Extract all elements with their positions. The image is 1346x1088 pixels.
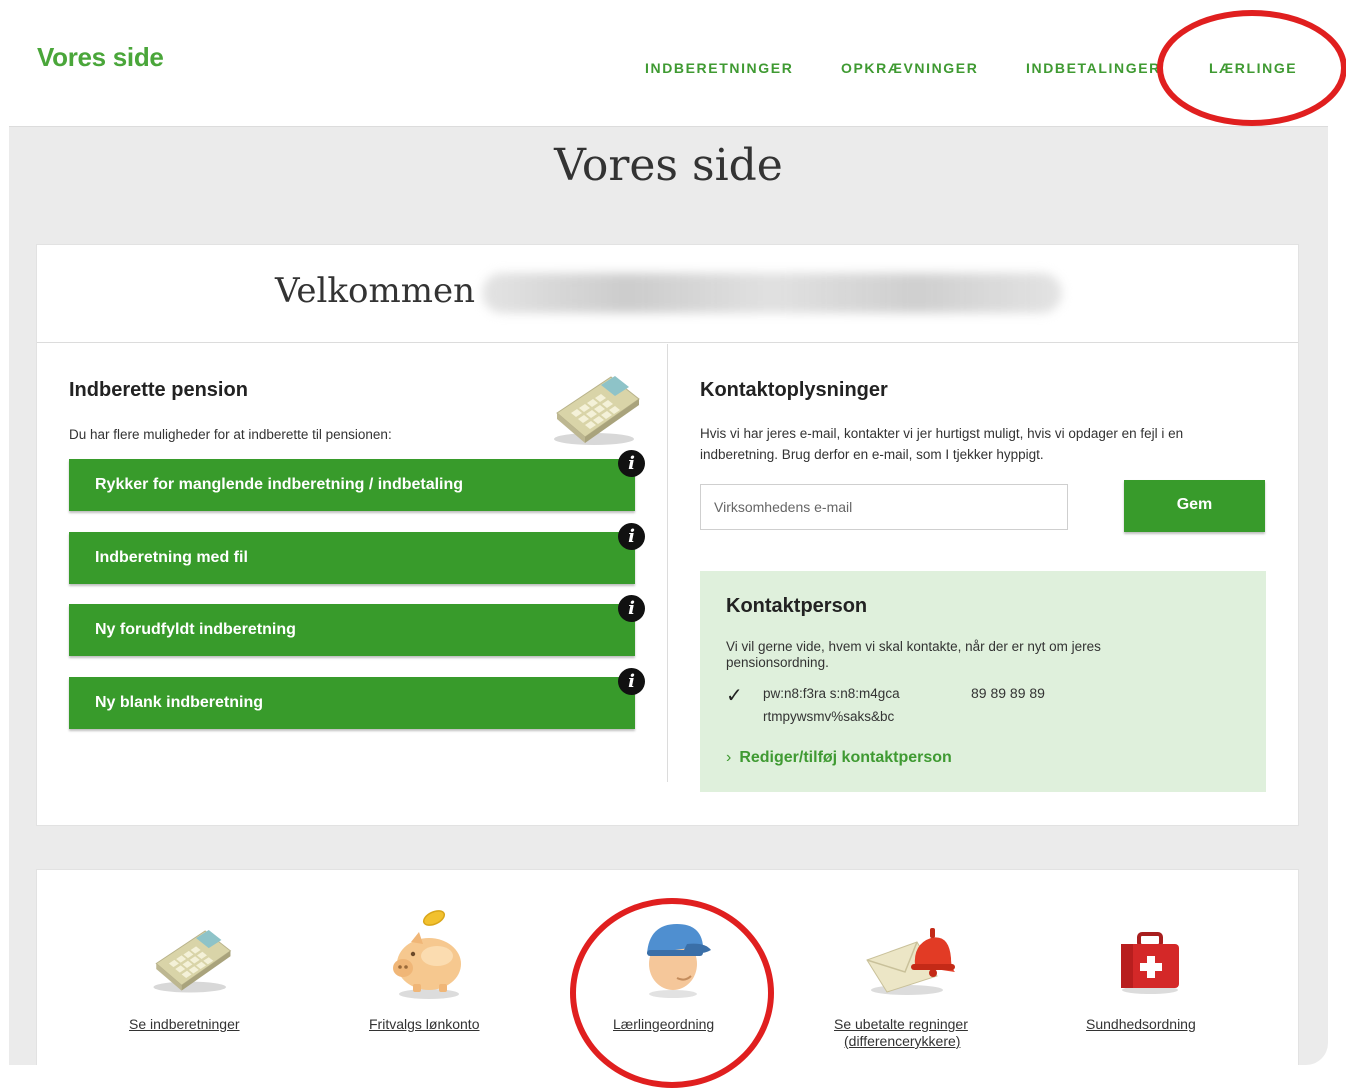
card-laerlingeordning[interactable]: Lærlingeordning: [613, 1016, 714, 1033]
card-fritvalgs-loenkonto[interactable]: Fritvalgs lønkonto: [369, 1016, 479, 1033]
contact-person-title: Kontaktperson: [726, 595, 868, 617]
page-title: Vores side: [554, 140, 783, 191]
calculator-icon: [153, 930, 232, 993]
info-icon[interactable]: i: [618, 595, 645, 622]
shortcut-cards: Se indberetninger Fritvalgs lønkonto Lær…: [36, 869, 1299, 1065]
apprentice-cap-icon: [647, 924, 711, 998]
nav-opkraevninger[interactable]: OPKRÆVNINGER: [841, 60, 978, 76]
envelope-bell-icon: [866, 928, 955, 995]
contact-info-title: Kontaktoplysninger: [700, 379, 888, 401]
card-sundhedsordning[interactable]: Sundhedsordning: [1086, 1016, 1196, 1033]
calculator-icon: [554, 376, 640, 445]
piggy-bank-icon: [393, 910, 461, 999]
contact-person-text-1: Vi vil gerne vide, hvem vi skal kontakte…: [726, 639, 1101, 654]
checkmark-icon: ✓: [726, 685, 743, 707]
card-se-ubetalte-regninger-2[interactable]: (differencerykkere): [844, 1033, 960, 1050]
reminder-button[interactable]: Rykker for manglende indberetning / indb…: [69, 459, 635, 511]
column-divider: [667, 344, 668, 782]
first-aid-kit-icon: [1121, 932, 1179, 994]
edit-contact-label: Rediger/tilføj kontaktperson: [739, 749, 952, 766]
blank-report-button[interactable]: Ny blank indberetning: [69, 677, 635, 729]
chevron-right-icon: ›: [726, 749, 732, 766]
edit-contact-link[interactable]: › Rediger/tilføj kontaktperson: [726, 749, 952, 767]
contact-person-phone: 89 89 89 89: [971, 685, 1045, 701]
contact-person-box: Kontaktperson Vi vil gerne vide, hvem vi…: [700, 571, 1266, 792]
file-report-button[interactable]: Indberetning med fil: [69, 532, 635, 584]
nav-indberetninger[interactable]: INDBERETNINGER: [645, 60, 793, 76]
info-icon[interactable]: i: [618, 450, 645, 477]
contact-info-text-1: Hvis vi har jeres e-mail, kontakter vi j…: [700, 426, 1184, 441]
main-panel: Velkommen Indberette pension Du har fler…: [36, 244, 1299, 826]
pension-intro: Du har flere muligheder for at indberett…: [69, 427, 392, 442]
contact-person-email: rtmpywsmv%saks&bc: [763, 709, 895, 724]
pension-title: Indberette pension: [69, 379, 248, 401]
info-icon[interactable]: i: [618, 668, 645, 695]
contact-info-text-2: indberetning. Brug derfor en e-mail, som…: [700, 447, 1044, 462]
contact-person-name: pw:n8:f3ra s:n8:m4gca: [763, 686, 900, 701]
top-bar: Vores side INDBERETNINGER OPKRÆVNINGER I…: [0, 0, 1346, 126]
welcome-text: Velkommen: [275, 271, 475, 311]
email-field[interactable]: [700, 484, 1068, 530]
prefilled-report-button[interactable]: Ny forudfyldt indberetning: [69, 604, 635, 656]
contact-person-text-2: pensionsordning.: [726, 655, 829, 670]
info-icon[interactable]: i: [618, 523, 645, 550]
nav-laerlinge[interactable]: LÆRLINGE: [1209, 60, 1297, 76]
card-se-indberetninger[interactable]: Se indberetninger: [129, 1016, 240, 1033]
save-button[interactable]: Gem: [1124, 480, 1265, 532]
main-nav: INDBERETNINGER OPKRÆVNINGER INDBETALINGE…: [0, 60, 1346, 80]
welcome-header: Velkommen: [37, 245, 1298, 343]
card-se-ubetalte-regninger-1[interactable]: Se ubetalte regninger: [834, 1016, 968, 1033]
nav-indbetalinger[interactable]: INDBETALINGER: [1026, 60, 1161, 76]
company-name-blurred: [482, 273, 1062, 313]
